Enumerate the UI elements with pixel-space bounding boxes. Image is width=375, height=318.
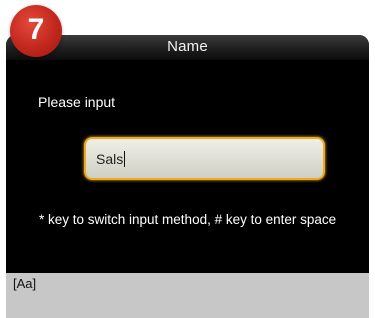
- step-number: 7: [27, 13, 45, 46]
- step-number-badge: 7: [10, 5, 62, 57]
- input-method-hint: * key to switch input method, # key to e…: [39, 212, 337, 227]
- input-mode-indicator: [Aa]: [13, 276, 37, 291]
- screen-title: Name: [167, 38, 208, 55]
- text-caret: [124, 151, 126, 167]
- instruction-figure: Name Please input Sals * key to switch i…: [0, 0, 375, 318]
- input-prompt-label: Please input: [38, 94, 116, 110]
- status-bar: [Aa]: [6, 273, 369, 318]
- name-input-field[interactable]: Sals: [84, 137, 325, 180]
- name-input-text: Sals: [96, 151, 126, 167]
- name-input-value: Sals: [96, 151, 124, 167]
- device-screen: Name Please input Sals * key to switch i…: [6, 35, 369, 318]
